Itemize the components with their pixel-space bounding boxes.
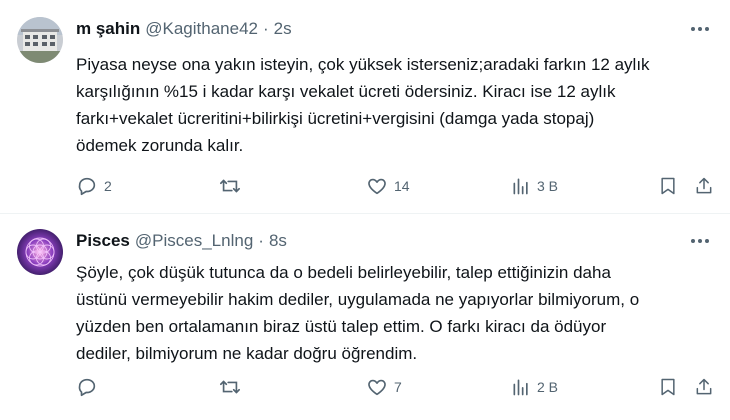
flower-of-life-pattern-icon <box>17 229 63 275</box>
like-count: 7 <box>394 379 402 395</box>
tweet-header: Pisces @Pisces_Lnlng · 8s <box>76 230 710 252</box>
like-button[interactable]: 14 <box>366 172 410 200</box>
tweet[interactable]: m şahin @Kagithane42 · 2s Piyasa neyse o… <box>0 0 730 214</box>
retweet-icon <box>220 380 240 394</box>
reply-icon <box>78 378 96 397</box>
views-button[interactable]: 3 B <box>511 172 558 200</box>
like-count: 14 <box>394 178 410 194</box>
analytics-icon <box>513 379 528 396</box>
reply-button[interactable]: 2 <box>76 172 112 200</box>
reply-button[interactable] <box>76 373 104 401</box>
bookmark-button[interactable] <box>658 172 678 200</box>
tweet-actions: 7 2 B <box>76 373 721 401</box>
timestamp[interactable]: 2s <box>274 19 292 39</box>
bookmark-icon <box>661 378 675 396</box>
separator-dot: · <box>262 19 269 38</box>
more-options-button[interactable] <box>680 18 710 40</box>
reply-count: 2 <box>104 178 112 194</box>
bookmark-button[interactable] <box>658 373 678 401</box>
user-handle[interactable]: @Kagithane42 <box>145 19 258 39</box>
tweet-actions: 2 14 3 B <box>76 172 721 200</box>
view-count: 2 B <box>537 379 559 395</box>
bookmark-icon <box>661 177 675 195</box>
avatar[interactable] <box>17 17 63 63</box>
avatar[interactable] <box>17 229 63 275</box>
share-button[interactable] <box>694 373 714 401</box>
tweet-feed: m şahin @Kagithane42 · 2s Piyasa neyse o… <box>0 0 730 420</box>
retweet-icon <box>220 179 240 193</box>
timestamp[interactable]: 8s <box>269 231 287 251</box>
separator-dot: · <box>258 231 264 250</box>
share-icon <box>696 177 712 194</box>
building-photo-icon <box>17 17 63 63</box>
like-button[interactable]: 7 <box>366 373 402 401</box>
display-name[interactable]: Pisces <box>76 231 130 251</box>
display-name[interactable]: m şahin <box>76 19 140 39</box>
share-icon <box>696 378 712 395</box>
retweet-button[interactable] <box>219 172 247 200</box>
tweet-text: Piyasa neyse ona yakın isteyin, çok yüks… <box>76 55 650 155</box>
tweet-text: Şöyle, çok düşük tutunca da o bedeli bel… <box>76 263 640 363</box>
retweet-button[interactable] <box>219 373 247 401</box>
tweet[interactable]: Pisces @Pisces_Lnlng · 8s Şöyle, çok düş… <box>0 214 730 420</box>
more-dots-icon <box>691 239 709 243</box>
views-button[interactable]: 2 B <box>511 373 558 401</box>
more-options-button[interactable] <box>680 230 710 252</box>
analytics-icon <box>513 178 528 195</box>
heart-icon <box>368 379 386 396</box>
share-button[interactable] <box>694 172 714 200</box>
user-handle[interactable]: @Pisces_Lnlng <box>135 231 253 251</box>
more-dots-icon <box>691 27 709 31</box>
heart-icon <box>368 178 386 195</box>
reply-icon <box>78 177 96 196</box>
view-count: 3 B <box>537 178 559 194</box>
tweet-header: m şahin @Kagithane42 · 2s <box>76 18 710 40</box>
